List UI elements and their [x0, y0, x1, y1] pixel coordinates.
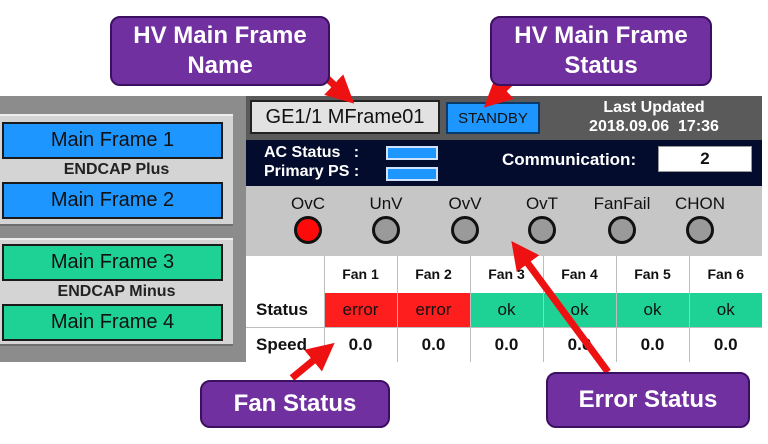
led-off-icon — [528, 216, 556, 244]
indicator-unv: UnV — [356, 194, 416, 244]
fan-header: Fan 3 — [469, 256, 543, 293]
callout-fan-status: Fan Status — [200, 380, 390, 428]
ac-status-indicator — [386, 146, 438, 160]
ac-status-label: AC Status : — [264, 144, 360, 161]
fan-speed-cell: 0.0 — [396, 326, 470, 362]
fan-header: Fan 6 — [688, 256, 762, 293]
fan-header: Fan 4 — [542, 256, 616, 293]
frame-selector-panel: Main Frame 1 ENDCAP Plus Main Frame 2 Ma… — [0, 96, 246, 362]
primary-ps-label: Primary PS : — [264, 163, 360, 180]
indicator-ovt: OvT — [512, 194, 572, 244]
fan-status-cell: ok — [615, 292, 689, 328]
speed-row-label: Speed — [246, 326, 324, 362]
last-updated-value: 2018.09.06 17:36 — [589, 118, 719, 135]
fan-header: Fan 5 — [615, 256, 689, 293]
communication-value: 2 — [658, 146, 752, 172]
frame-name-display: GE1/1 MFrame01 — [250, 100, 440, 134]
endcap-minus-label: ENDCAP Minus — [57, 283, 176, 300]
fan-header: Fan 2 — [396, 256, 470, 293]
fan-speed-cell: 0.0 — [688, 326, 762, 362]
led-off-icon — [686, 216, 714, 244]
fan-status-cell: error — [323, 292, 397, 328]
main-frame-1-button[interactable]: Main Frame 1 — [2, 122, 223, 159]
fan-header: Fan 1 — [323, 256, 397, 293]
fan-speed-row: Speed 0.0 0.0 0.0 0.0 0.0 0.0 — [246, 326, 762, 362]
fan-header-row: Fan 1 Fan 2 Fan 3 Fan 4 Fan 5 Fan 6 — [246, 256, 762, 293]
endcap-plus-group: Main Frame 1 ENDCAP Plus Main Frame 2 — [0, 114, 233, 226]
frame-status-badge: STANDBY — [446, 102, 540, 134]
header-corner — [246, 256, 324, 293]
main-frame-4-button[interactable]: Main Frame 4 — [2, 304, 223, 341]
led-off-icon — [451, 216, 479, 244]
primary-ps-indicator — [386, 167, 438, 181]
error-indicators: OvC UnV OvV OvT FanFail CHON — [246, 186, 762, 256]
endcap-minus-group: Main Frame 3 ENDCAP Minus Main Frame 4 — [0, 238, 233, 346]
fan-status-cell: ok — [469, 292, 543, 328]
indicator-label: OvT — [525, 194, 559, 213]
indicator-ovc: OvC — [278, 194, 338, 244]
fan-speed-cell: 0.0 — [469, 326, 543, 362]
status-info-area: AC Status : Primary PS : Communication: … — [246, 140, 762, 186]
main-frame-2-button[interactable]: Main Frame 2 — [2, 182, 223, 219]
endcap-plus-label: ENDCAP Plus — [63, 161, 170, 178]
fan-status-cell: ok — [688, 292, 762, 328]
led-off-icon — [608, 216, 636, 244]
indicator-label: FanFail — [593, 194, 651, 213]
indicator-chon: CHON — [670, 194, 730, 244]
last-updated: Last Updated 2018.09.06 17:36 — [546, 98, 762, 138]
main-frame-panel: GE1/1 MFrame01 STANDBY Last Updated 2018… — [246, 96, 762, 362]
communication-label: Communication: — [502, 150, 637, 169]
fan-speed-cell: 0.0 — [542, 326, 616, 362]
fan-status-row: Status error error ok ok ok ok — [246, 292, 762, 328]
indicator-label: UnV — [369, 194, 403, 213]
indicator-label: OvV — [448, 194, 482, 213]
led-on-icon — [294, 216, 322, 244]
status-row-label: Status — [256, 299, 308, 319]
callout-frame-status: HV Main Frame Status — [490, 16, 712, 86]
led-off-icon — [372, 216, 400, 244]
fan-speed-cell: 0.0 — [323, 326, 397, 362]
callout-frame-name: HV Main Frame Name — [110, 16, 330, 86]
indicator-label: OvC — [291, 194, 325, 213]
main-frame-3-button[interactable]: Main Frame 3 — [2, 244, 223, 281]
fan-speed-cell: 0.0 — [615, 326, 689, 362]
fan-status-cell: ok — [542, 292, 616, 328]
fan-status-cell: error — [396, 292, 470, 328]
indicator-label: CHON — [674, 194, 726, 213]
last-updated-label: Last Updated — [603, 99, 705, 116]
indicator-fanfail: FanFail — [592, 194, 652, 244]
callout-error-status: Error Status — [546, 372, 750, 428]
screenshot-stage: Main Frame 1 ENDCAP Plus Main Frame 2 Ma… — [0, 0, 768, 444]
indicator-ovv: OvV — [435, 194, 495, 244]
fan-status-table: Fan 1 Fan 2 Fan 3 Fan 4 Fan 5 Fan 6 Stat… — [246, 256, 762, 362]
